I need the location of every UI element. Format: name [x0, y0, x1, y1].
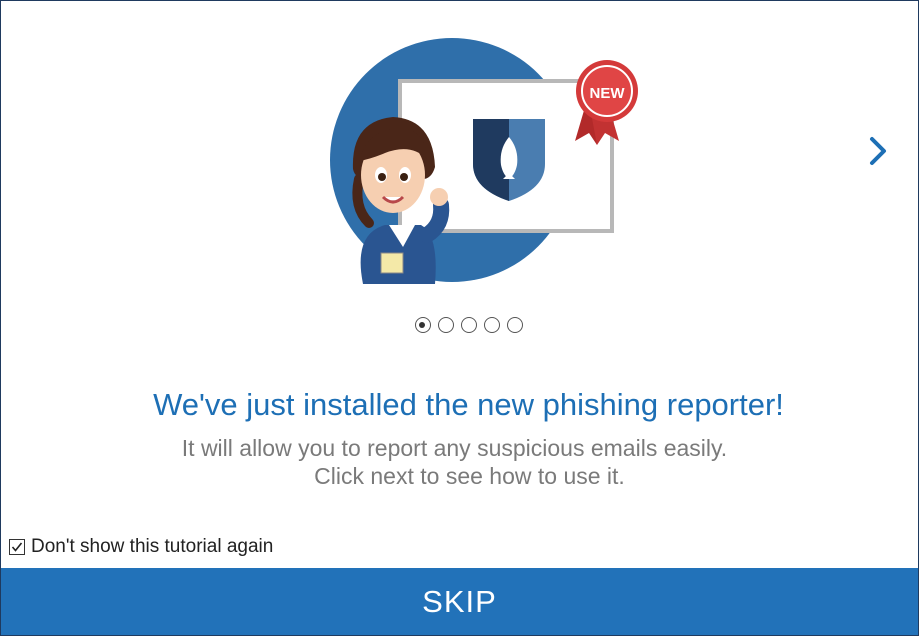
next-slide-button[interactable] — [861, 131, 895, 171]
carousel-dot-5[interactable] — [506, 317, 523, 333]
chevron-right-icon — [870, 137, 886, 165]
phishing-reporter-illustration: NEW — [323, 29, 653, 291]
carousel-dot-1[interactable] — [414, 317, 431, 333]
checkmark-icon — [11, 542, 23, 552]
tutorial-headline: We've just installed the new phishing re… — [153, 387, 784, 422]
tutorial-description-line-1: It will allow you to report any suspicio… — [181, 435, 728, 461]
carousel-dot-3[interactable] — [460, 317, 477, 333]
carousel-dot-4[interactable] — [483, 317, 500, 333]
tutorial-dialog: NEW We've just installed the new phishin… — [0, 0, 919, 636]
tutorial-description-line-2: Click next to see how to use it. — [314, 463, 625, 489]
new-badge: NEW — [575, 60, 638, 145]
badge-text: NEW — [590, 85, 626, 102]
dont-show-again-option[interactable]: Don't show this tutorial again — [9, 536, 273, 558]
dont-show-again-label: Don't show this tutorial again — [31, 536, 274, 557]
carousel-pagination — [1, 317, 918, 333]
dont-show-again-checkbox[interactable] — [9, 539, 25, 555]
skip-button[interactable]: SKIP — [1, 568, 918, 635]
carousel-dot-2[interactable] — [437, 317, 454, 333]
